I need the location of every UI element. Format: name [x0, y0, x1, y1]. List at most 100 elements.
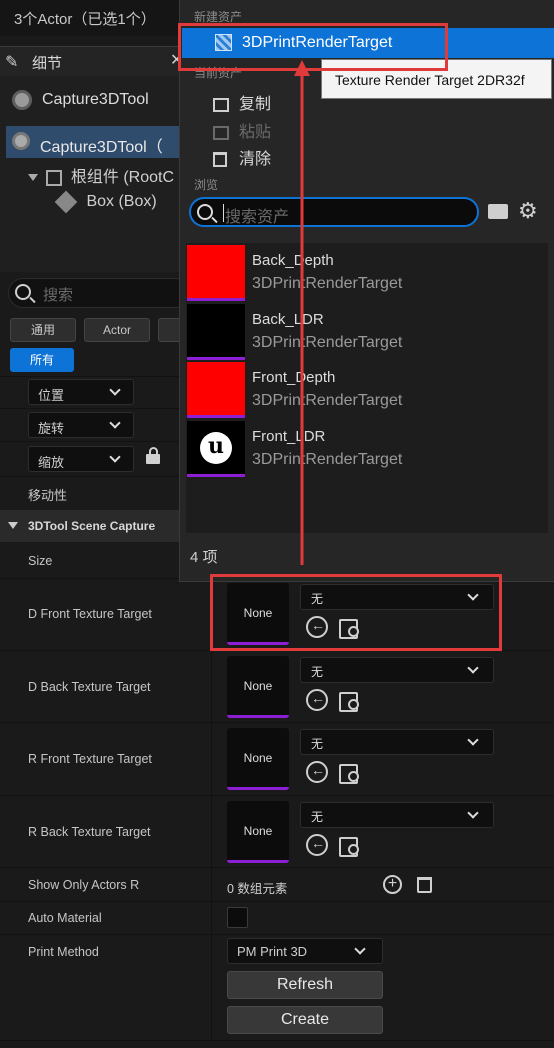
browse-asset-icon[interactable] [338, 834, 360, 857]
gear-icon[interactable]: ⚙ [518, 199, 538, 223]
tree-item-actor-label: Capture3DTool（ [40, 139, 163, 156]
asset-thumbnail [187, 362, 245, 418]
asset-back-depth[interactable]: Back_Depth 3DPrintRenderTarget [186, 244, 548, 302]
chevron-down-icon [109, 451, 121, 463]
folder-icon[interactable] [488, 204, 508, 219]
tree-item-root-component[interactable]: 根组件 (RootC [28, 163, 174, 187]
actor-icon [12, 132, 30, 150]
reset-arrow-icon[interactable] [306, 689, 328, 711]
browse-asset-icon[interactable] [338, 761, 360, 784]
thumb-none-label: None [243, 679, 273, 693]
asset-thumbnail [187, 304, 245, 360]
create-button[interactable]: Create [227, 1006, 383, 1034]
search-icon [197, 204, 213, 220]
asset-thumbnail [187, 421, 245, 477]
trash-icon [213, 152, 227, 168]
details-search-input[interactable]: 搜索 [8, 278, 190, 308]
d-back-thumbnail[interactable]: None [227, 656, 289, 718]
scene-component-icon [46, 169, 63, 186]
divider [0, 722, 554, 723]
asset-front-ldr[interactable]: Front_LDR 3DPrintRenderTarget [186, 420, 548, 478]
trash-icon[interactable] [417, 877, 432, 893]
print-method-label: Print Method [28, 945, 99, 959]
text-cursor [223, 204, 224, 222]
copy-label: 复制 [239, 96, 272, 113]
reset-arrow-icon[interactable] [306, 834, 328, 856]
actor-name: Capture3DTool [42, 91, 149, 108]
render-target-icon [215, 34, 232, 51]
thumb-none-label: None [243, 824, 273, 838]
r-back-label: R Back Texture Target [28, 825, 151, 839]
refresh-button[interactable]: Refresh [227, 971, 383, 999]
browse-heading: 浏览 [194, 178, 219, 192]
divider [0, 1040, 554, 1041]
reset-arrow-icon[interactable] [306, 761, 328, 783]
asset-back-ldr[interactable]: Back_LDR 3DPrintRenderTarget [186, 303, 548, 361]
tree-item-root-label: 根组件 (RootC [70, 169, 175, 186]
annotation-arrow [294, 60, 310, 565]
clear-label: 清除 [239, 151, 272, 168]
d-back-label: D Back Texture Target [28, 680, 151, 694]
chevron-down-icon [109, 417, 121, 429]
new-item-label: 3DPrintRenderTarget [242, 34, 393, 51]
paste-icon [213, 125, 229, 140]
divider [0, 795, 554, 796]
chevron-down-icon [467, 734, 479, 746]
d-back-asset-dropdown[interactable]: 无 [300, 657, 494, 683]
chevron-down-icon [467, 662, 479, 674]
divider [0, 867, 554, 868]
add-icon[interactable]: + [383, 875, 402, 894]
details-tab-label: 细节 [32, 55, 63, 72]
clear-menu-item[interactable]: 清除 [213, 145, 271, 169]
divider [0, 934, 554, 935]
print-method-dropdown[interactable]: PM Print 3D [227, 938, 383, 964]
unreal-logo-icon [200, 432, 232, 464]
asset-type: 3DPrintRenderTarget [252, 275, 403, 292]
asset-type: 3DPrintRenderTarget [252, 334, 403, 351]
details-tab[interactable]: ✎ 细节 ✕ [0, 46, 190, 76]
paste-menu-item[interactable]: 粘贴 [213, 118, 271, 142]
d-front-thumbnail[interactable]: None [227, 583, 289, 645]
r-front-asset-dropdown[interactable]: 无 [300, 729, 494, 755]
asset-search-placeholder: 搜索资产 [225, 209, 290, 226]
rotation-label: 旋转 [38, 421, 65, 436]
scale-dropdown[interactable]: 缩放 [28, 446, 134, 472]
filter-actor-button[interactable]: Actor [84, 318, 150, 342]
browse-asset-icon[interactable] [338, 616, 360, 639]
chevron-down-icon[interactable] [28, 174, 38, 182]
d-front-asset-dropdown[interactable]: 无 [300, 584, 494, 610]
section-title: 3DTool Scene Capture [28, 519, 156, 533]
thumb-none-label: None [243, 606, 273, 620]
show-only-actors-label: Show Only Actors R [28, 878, 140, 892]
asset-front-depth[interactable]: Front_Depth 3DPrintRenderTarget [186, 361, 548, 419]
rotation-dropdown[interactable]: 旋转 [28, 412, 134, 438]
auto-material-checkbox[interactable] [227, 907, 248, 928]
asset-name: Front_LDR [252, 428, 326, 445]
section-3dtool-scene-capture[interactable]: 3DTool Scene Capture [0, 510, 190, 542]
search-icon [15, 284, 31, 300]
location-label: 位置 [38, 388, 65, 403]
tooltip-text: Texture Render Target 2DR32f [335, 72, 525, 88]
tree-item-actor[interactable]: Capture3DTool（ [6, 126, 190, 158]
r-back-asset-dropdown[interactable]: 无 [300, 802, 494, 828]
location-dropdown[interactable]: 位置 [28, 379, 134, 405]
copy-menu-item[interactable]: 复制 [213, 90, 271, 114]
filter-general-button[interactable]: 通用 [10, 318, 76, 342]
chevron-down-icon [109, 384, 121, 396]
asset-search-input[interactable]: 搜索资产 [189, 197, 479, 227]
new-render-target-item[interactable]: 3DPrintRenderTarget [182, 28, 554, 58]
paste-label: 粘贴 [239, 124, 272, 141]
details-search-placeholder: 搜索 [43, 287, 74, 304]
asset-type: 3DPrintRenderTarget [252, 451, 403, 468]
actor-icon [12, 90, 32, 110]
divider [0, 650, 554, 651]
r-front-thumbnail[interactable]: None [227, 728, 289, 790]
reset-arrow-icon[interactable] [306, 616, 328, 638]
new-asset-heading: 新建资产 [194, 10, 243, 24]
tree-item-box[interactable]: Box (Box) [54, 190, 157, 214]
r-back-thumbnail[interactable]: None [227, 801, 289, 863]
column-divider [211, 578, 212, 1040]
filter-all-button[interactable]: 所有 [10, 348, 74, 372]
browse-asset-icon[interactable] [338, 689, 360, 712]
scale-label: 缩放 [38, 455, 65, 470]
